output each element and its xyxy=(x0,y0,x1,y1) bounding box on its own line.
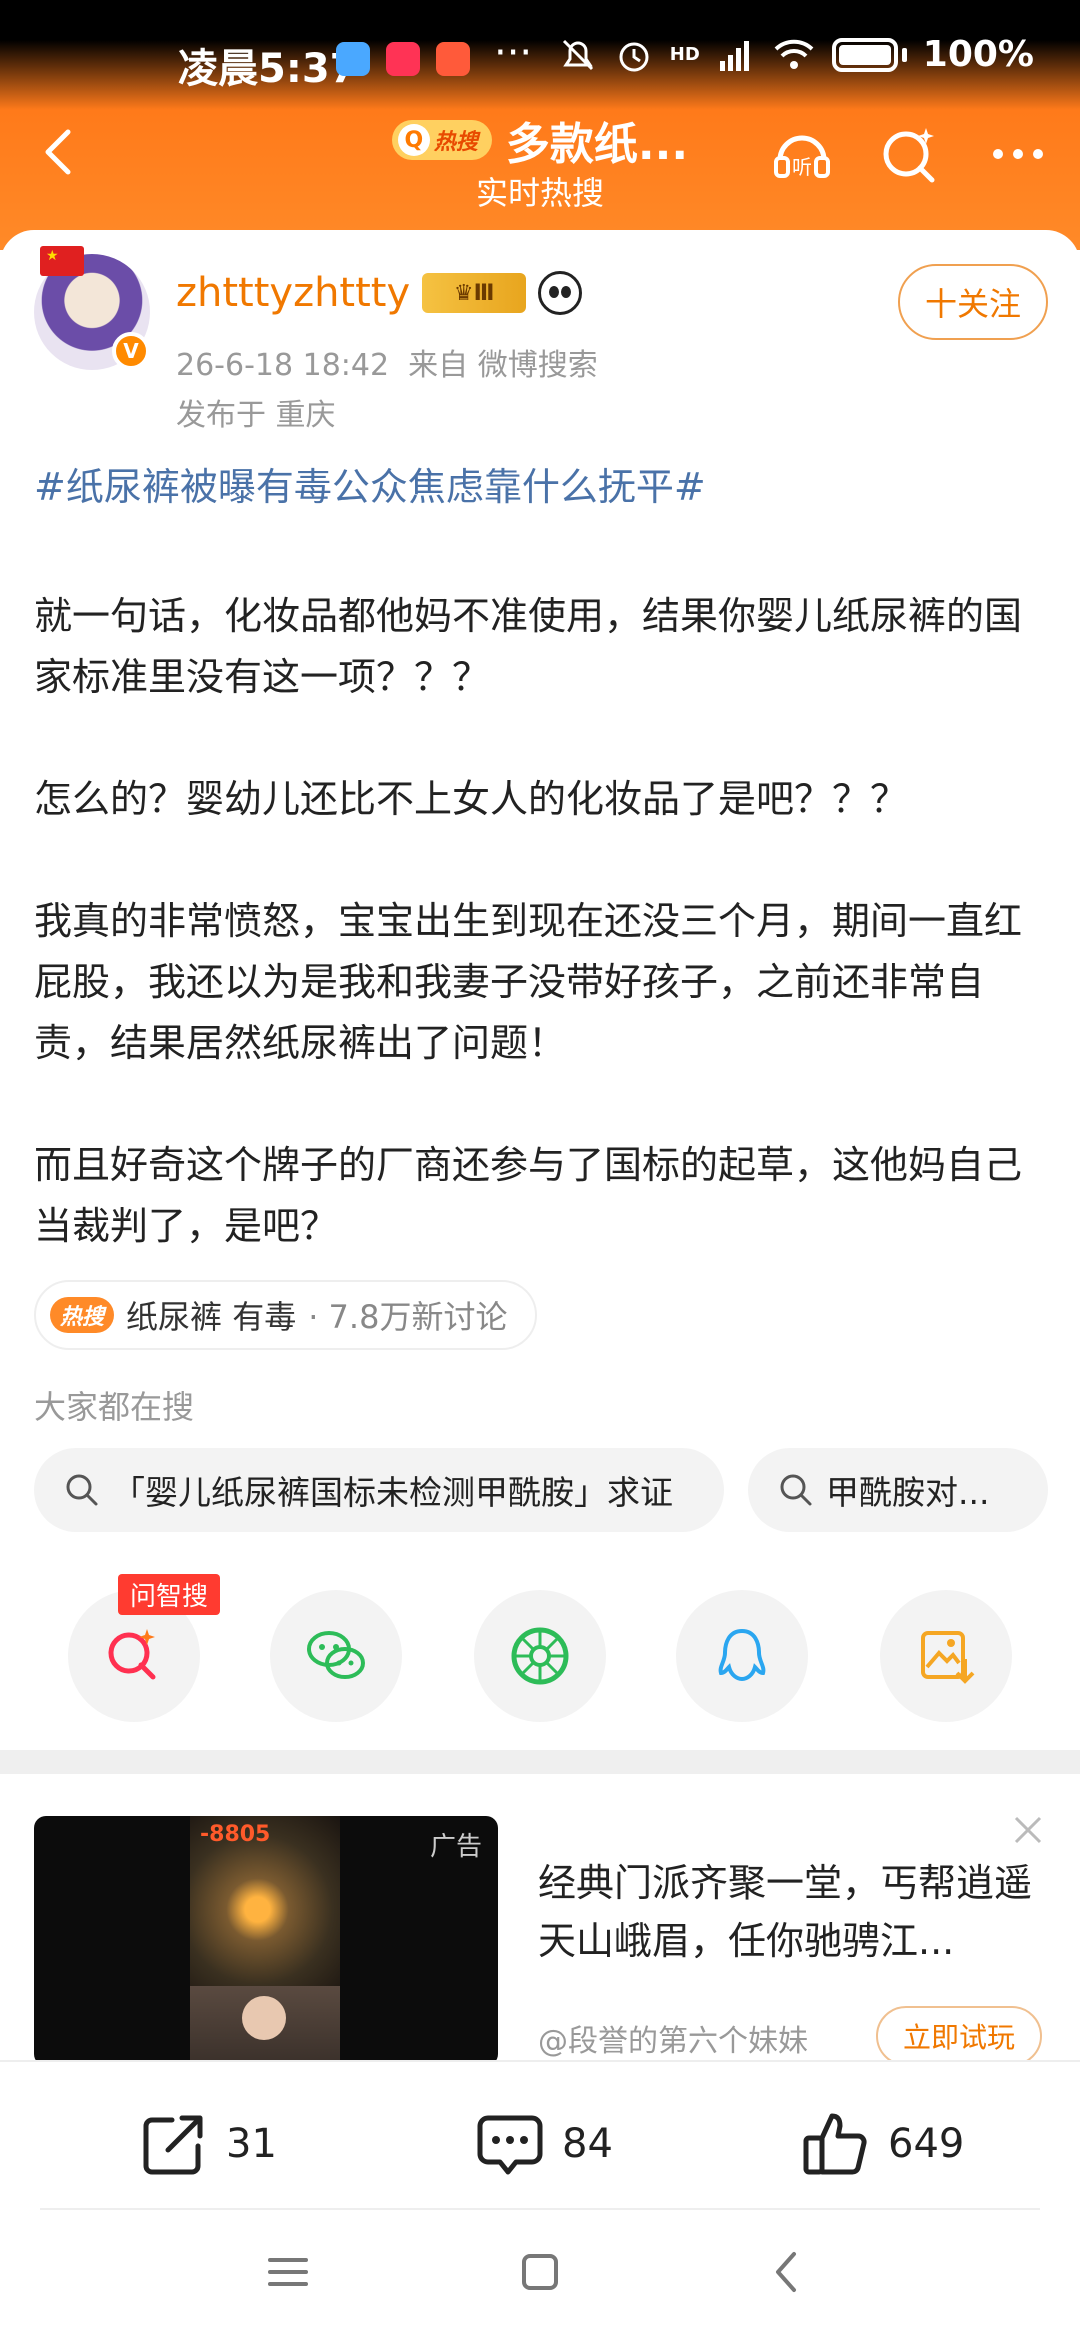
signal-icon xyxy=(719,40,749,71)
ad-video[interactable]: -8805 广告 xyxy=(34,1816,498,2066)
ad-text: 经典门派齐聚一堂，丐帮逍遥天山峨眉，任你驰骋江... xyxy=(538,1861,1033,1963)
close-icon[interactable] xyxy=(1008,1810,1048,1850)
source: 来自 微博搜索 xyxy=(408,348,598,383)
ai-search-icon xyxy=(108,1629,156,1680)
like-count: 649 xyxy=(888,2121,965,2167)
comment-button[interactable]: 84 xyxy=(474,2108,613,2180)
ad-label: 广告 xyxy=(429,1832,482,1862)
app-notification-icon xyxy=(436,42,470,76)
hot-search-chip[interactable]: 热搜 纸尿裤 有毒 · 7.8万新讨论 xyxy=(34,1280,538,1350)
post-paragraph: 我真的非常愤怒，宝宝出生到现在还没三个月，期间一直红屁股，我还以为是我和我妻子没… xyxy=(34,899,1023,1065)
follow-button[interactable]: 十关注 xyxy=(898,264,1048,340)
panda-icon xyxy=(538,271,583,315)
hot-search-badge: Q 热搜 xyxy=(391,120,492,160)
menu-icon[interactable] xyxy=(264,2248,312,2296)
like-button[interactable]: 649 xyxy=(800,2108,964,2180)
back-icon[interactable] xyxy=(764,2248,812,2296)
share-row: 问智搜 xyxy=(0,1574,1080,1740)
post-paragraph: 而且好奇这个牌子的厂商还参与了国标的起草，这他妈自己当裁判了，是吧？ xyxy=(34,1143,1023,1248)
save-image-icon xyxy=(921,1631,975,1684)
sparkle-search-icon[interactable] xyxy=(878,122,942,186)
app-notification-icon xyxy=(386,42,420,76)
search-suggestion-text: 「婴儿纸尿裤国标未检测甲酰胺」求证 xyxy=(112,1473,673,1512)
hot-tag: 热搜 xyxy=(50,1297,115,1333)
search-icon: Q xyxy=(397,124,430,156)
search-icon xyxy=(66,1474,98,1506)
hot-search-label: 热搜 xyxy=(433,130,478,155)
more-icon[interactable] xyxy=(986,122,1050,186)
verified-icon: V xyxy=(112,332,150,370)
share-qq-button[interactable] xyxy=(676,1590,808,1722)
home-icon[interactable] xyxy=(516,2248,564,2296)
section-divider xyxy=(0,1750,1080,1774)
post-meta: 26-6-18 18:42 来自 微博搜索 xyxy=(176,340,598,384)
system-nav xyxy=(0,2210,1080,2340)
share-moments-button[interactable] xyxy=(474,1590,606,1722)
avatar[interactable]: V xyxy=(34,246,150,370)
post-card: V zhtttyzhttty ♛ Ⅲ 26-6-18 18:42 来自 微博搜索… xyxy=(0,230,1080,1750)
qq-icon xyxy=(718,1628,766,1682)
post-paragraph: 就一句话，化妆品都他妈不准使用，结果你婴儿纸尿裤的国家标准里没有这一项？？？ xyxy=(34,594,1023,699)
ai-search-tag: 问智搜 xyxy=(118,1574,221,1615)
app-notification-icon xyxy=(336,42,370,76)
wechat-icon xyxy=(307,1631,365,1679)
battery-icon xyxy=(831,37,898,72)
status-right: HD 100% xyxy=(558,34,1034,75)
ad-score: -8805 xyxy=(200,1822,271,1847)
repost-count: 31 xyxy=(226,2121,277,2167)
mute-icon xyxy=(562,39,593,70)
battery-tip xyxy=(901,47,907,62)
hot-keywords: 纸尿裤 有毒 xyxy=(126,1298,297,1336)
level-badge: ♛ Ⅲ xyxy=(422,273,527,313)
location: 发布于 重庆 xyxy=(176,398,336,433)
action-bar: 31 84 649 xyxy=(0,2060,1080,2210)
search-suggestion[interactable]: 「婴儿纸尿裤国标未检测甲酰胺」求证 xyxy=(34,1448,724,1532)
nav-actions: 听 xyxy=(770,122,1050,186)
battery-level: 100% xyxy=(922,34,1034,75)
username[interactable]: zhtttyzhttty xyxy=(176,270,410,316)
save-image-button[interactable] xyxy=(880,1590,1012,1722)
search-suggestion-text: 甲酰胺对... xyxy=(826,1473,990,1512)
username-row: zhtttyzhttty ♛ Ⅲ xyxy=(176,270,583,316)
comment-count: 84 xyxy=(562,2121,613,2167)
moments-icon xyxy=(511,1627,569,1685)
network-type: HD xyxy=(669,44,700,65)
status-time: 凌晨5:37 xyxy=(178,46,358,92)
ad-presenter xyxy=(190,1986,340,2066)
repost-icon xyxy=(143,2115,203,2175)
discussion-count: · 7.8万新讨论 xyxy=(308,1298,508,1336)
comment-icon xyxy=(477,2115,543,2175)
share-wechat-button[interactable] xyxy=(270,1590,402,1722)
wifi-icon xyxy=(774,39,814,69)
ad-author: @段誉的第六个妹妹 xyxy=(538,2024,808,2059)
search-suggestion[interactable]: 甲酰胺对... xyxy=(748,1448,1048,1532)
listen-icon[interactable]: 听 xyxy=(770,122,834,186)
ad-card[interactable]: -8805 广告 经典门派齐聚一堂，丐帮逍遥天山峨眉，任你驰骋江... @段誉的… xyxy=(0,1774,1080,2066)
post-body: 就一句话，化妆品都他妈不准使用，结果你婴儿纸尿裤的国家标准里没有这一项？？？ 怎… xyxy=(34,586,1046,1318)
alarm-icon xyxy=(619,42,649,71)
status-more: ··· xyxy=(494,30,533,76)
repost-button[interactable]: 31 xyxy=(138,2108,277,2180)
top-nav: Q 热搜 多款纸... 实时热搜 听 xyxy=(0,100,1080,230)
search-section-label: 大家都在搜 xyxy=(34,1388,195,1426)
ad-cta-button[interactable]: 立即试玩 xyxy=(876,2006,1042,2066)
level-value: Ⅲ xyxy=(473,280,495,306)
thumbs-up-icon xyxy=(803,2113,867,2175)
page-title: 多款纸... xyxy=(505,119,689,170)
topic-link[interactable]: #纸尿裤被曝有毒公众焦虑靠什么抚平# xyxy=(34,456,706,511)
timestamp: 26-6-18 18:42 xyxy=(176,348,390,383)
post-paragraph: 怎么的？婴幼儿还比不上女人的化妆品了是吧？？？ xyxy=(34,777,909,821)
flag-icon xyxy=(40,246,84,276)
search-icon xyxy=(780,1474,812,1506)
svg-text:听: 听 xyxy=(792,155,812,179)
